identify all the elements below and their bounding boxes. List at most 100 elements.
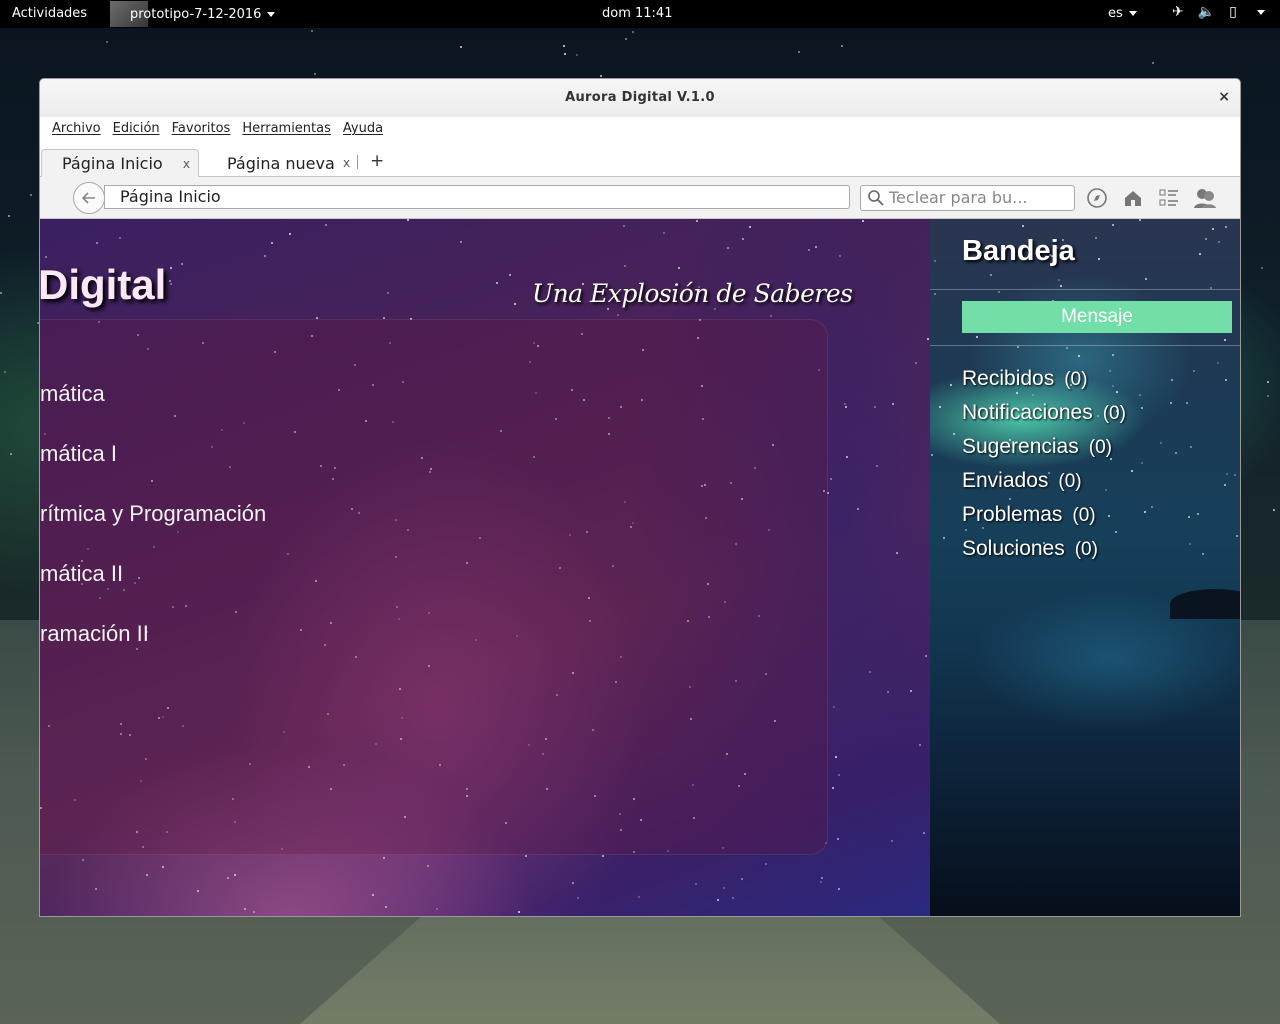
back-button[interactable] — [73, 182, 105, 214]
menu-ayuda[interactable]: Ayuda — [337, 117, 389, 141]
tab-pagina-nueva[interactable]: Página nueva x — [227, 149, 350, 177]
search-input[interactable]: Teclear para bu... — [860, 185, 1075, 211]
star — [896, 552, 898, 554]
star — [874, 406, 876, 408]
menu-edicion[interactable]: Edición — [107, 117, 166, 141]
app-menu[interactable]: prototipo-7-12-2016 — [110, 0, 276, 28]
subject-link[interactable]: mática — [40, 381, 105, 407]
inbox-item-notificaciones[interactable]: Notificaciones (0) — [962, 401, 1126, 425]
inbox-item-soluciones[interactable]: Soluciones (0) — [962, 537, 1098, 561]
star — [383, 857, 385, 859]
star — [1205, 238, 1207, 240]
star — [998, 291, 1000, 293]
home-icon[interactable] — [1121, 186, 1145, 210]
close-tab-button[interactable]: x — [183, 157, 190, 171]
star — [564, 53, 566, 55]
menu-archivo[interactable]: Archivo — [46, 117, 107, 141]
star — [106, 41, 108, 43]
star — [325, 224, 327, 226]
subject-link[interactable]: mática II — [40, 561, 123, 587]
system-tray[interactable]: ✈ 🔈 ▯ — [1172, 4, 1265, 20]
star — [525, 855, 527, 857]
inbox-item-enviados[interactable]: Enviados (0) — [962, 469, 1082, 493]
star — [717, 899, 719, 901]
star — [1190, 446, 1192, 448]
star — [1202, 553, 1204, 555]
tab-pagina-inicio[interactable]: Página Inicio x — [41, 149, 199, 177]
star — [0, 292, 2, 294]
inbox-item-recibidos[interactable]: Recibidos (0) — [962, 367, 1087, 391]
inbox-item-sugerencias[interactable]: Sugerencias (0) — [962, 435, 1112, 459]
star — [696, 220, 698, 222]
star — [982, 527, 984, 529]
star — [271, 242, 273, 244]
star — [197, 890, 199, 892]
subject-link[interactable]: mática I — [40, 441, 117, 467]
star — [727, 247, 729, 249]
close-window-button[interactable]: × — [1218, 89, 1230, 105]
language-selector[interactable]: es — [1108, 6, 1137, 21]
menu-favoritos[interactable]: Favoritos — [166, 117, 237, 141]
star — [4, 371, 6, 373]
star — [623, 225, 625, 227]
site-title: Digital — [40, 261, 167, 308]
island-silhouette — [1170, 589, 1240, 619]
star — [30, 194, 32, 196]
volume-icon: 🔈 — [1197, 4, 1216, 20]
close-tab-button[interactable]: x — [343, 156, 350, 170]
menu-herramientas[interactable]: Herramientas — [236, 117, 337, 141]
star — [289, 233, 291, 235]
inbox-sidebar: Bandeja Mensaje Recibidos (0) Notificacio… — [930, 219, 1240, 916]
star — [518, 911, 520, 913]
star — [577, 897, 579, 899]
star — [1226, 473, 1228, 475]
star — [1193, 370, 1195, 372]
star — [741, 878, 743, 880]
inbox-item-problemas[interactable]: Problemas (0) — [962, 503, 1096, 527]
star — [887, 691, 889, 693]
users-icon[interactable] — [1193, 186, 1217, 210]
star — [1115, 531, 1117, 533]
star — [950, 384, 952, 386]
star — [931, 454, 933, 456]
list-icon[interactable] — [1157, 186, 1181, 210]
star — [830, 478, 832, 480]
inbox-item-count: (0) — [1102, 403, 1126, 424]
star — [1225, 379, 1227, 381]
star — [1267, 381, 1269, 383]
window-titlebar[interactable]: Aurora Digital V.1.0 × — [40, 79, 1240, 117]
star — [427, 865, 429, 867]
star — [1273, 509, 1275, 511]
subject-link[interactable]: rítmica y Programación — [40, 501, 266, 527]
star — [749, 226, 751, 228]
star — [8, 215, 10, 217]
toolbar-icons — [1085, 186, 1217, 210]
subject-link[interactable]: ramación II — [40, 621, 149, 647]
star — [632, 31, 634, 33]
star — [253, 911, 255, 913]
star — [572, 882, 574, 884]
star — [808, 249, 810, 251]
url-field[interactable]: Página Inicio — [104, 185, 850, 209]
star — [1197, 513, 1199, 515]
star — [1261, 267, 1263, 269]
star — [1218, 241, 1220, 243]
activities-button[interactable]: Actividades — [12, 6, 87, 21]
star — [815, 246, 817, 248]
star — [965, 529, 967, 531]
star — [976, 336, 978, 338]
chevron-down-icon — [1256, 10, 1265, 20]
chevron-down-icon — [267, 11, 276, 17]
new-tab-button[interactable]: + — [370, 151, 384, 171]
star — [678, 267, 680, 269]
inbox-title: Bandeja — [962, 235, 1075, 267]
star — [892, 403, 894, 405]
message-button[interactable]: Mensaje — [962, 301, 1232, 333]
star — [1116, 391, 1118, 393]
star — [1078, 355, 1080, 357]
star — [1095, 237, 1097, 239]
star — [1139, 394, 1141, 396]
star — [314, 73, 316, 75]
clock[interactable]: dom 11:41 — [602, 6, 672, 21]
compass-icon[interactable] — [1085, 186, 1109, 210]
